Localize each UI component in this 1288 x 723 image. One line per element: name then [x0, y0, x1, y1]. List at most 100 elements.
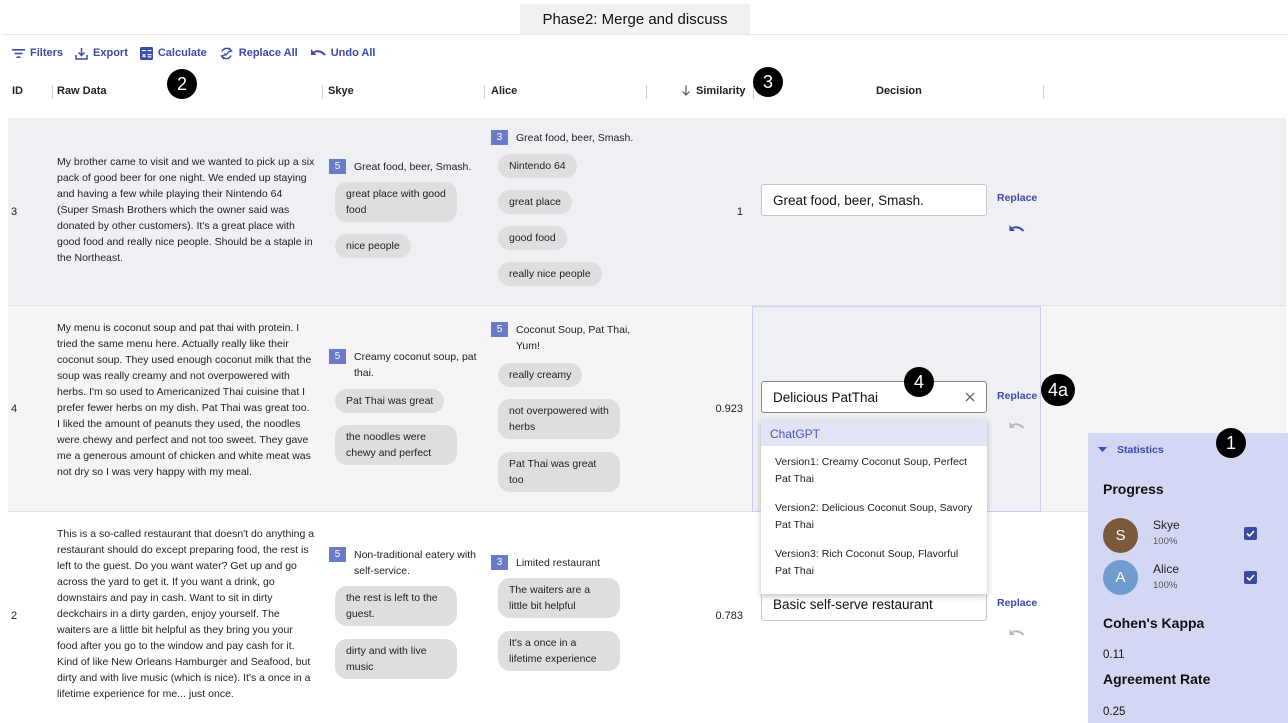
- sort-down-icon[interactable]: [681, 85, 691, 99]
- agreement-title: Agreement Rate: [1103, 671, 1211, 687]
- annotation-marker-2: 2: [167, 69, 197, 99]
- alice-chip[interactable]: It's a once in a lifetime experience: [498, 631, 620, 671]
- suggestion-option[interactable]: Version1: Creamy Coconut Soup, Perfect P…: [761, 446, 987, 488]
- clear-icon[interactable]: [965, 390, 975, 405]
- raw-data-text: My menu is coconut soup and pat thai wit…: [57, 322, 312, 478]
- similarity-value: 1: [736, 206, 743, 218]
- filters-button[interactable]: Filters: [12, 47, 63, 59]
- alice-chip[interactable]: Pat Thai was great too: [498, 452, 620, 492]
- alice-label: 3 Limited restaurant: [491, 555, 641, 571]
- kappa-title: Cohen's Kappa: [1103, 615, 1205, 631]
- skye-chip[interactable]: dirty and with live music: [335, 639, 457, 679]
- column-separator[interactable]: [484, 85, 485, 99]
- undo-icon-disabled[interactable]: [1008, 419, 1025, 437]
- raw-data-text: This is a so-called restaurant that does…: [57, 528, 315, 700]
- user-name: Alice: [1153, 562, 1180, 576]
- replace-all-label: Replace All: [238, 47, 298, 59]
- alice-label-text: Coconut Soup, Pat Thai, Yum!: [516, 324, 631, 352]
- filters-label: Filters: [30, 47, 64, 59]
- user-name: Skye: [1153, 518, 1180, 532]
- count-badge: 5: [329, 159, 346, 174]
- kappa-value: 0.11: [1103, 649, 1125, 661]
- avatar: S: [1103, 518, 1138, 553]
- progress-title: Progress: [1103, 481, 1164, 497]
- alice-label-text: Limited restaurant: [516, 557, 601, 569]
- avatar: A: [1103, 560, 1138, 595]
- alice-chip[interactable]: The waiters are a little bit helpful: [498, 578, 620, 618]
- skye-label-text: Great food, beer, Smash.: [354, 161, 472, 173]
- skye-label: 5 Non-traditional eatery with self-servi…: [329, 547, 479, 579]
- replace-button[interactable]: Replace: [997, 390, 1037, 402]
- skye-chip[interactable]: Pat Thai was great: [335, 389, 445, 413]
- skye-label: 5 Creamy coconut soup, pat thai.: [329, 349, 479, 381]
- annotation-marker-4: 4: [904, 367, 934, 397]
- alice-chip[interactable]: great place: [498, 190, 572, 214]
- alice-label: 5 Coconut Soup, Pat Thai, Yum!: [491, 322, 641, 354]
- alice-chip[interactable]: good food: [498, 226, 567, 250]
- calculate-button[interactable]: Calculate: [139, 46, 207, 60]
- column-header-skye[interactable]: Skye: [328, 85, 354, 97]
- alice-chip[interactable]: really creamy: [498, 363, 583, 387]
- undo-all-button[interactable]: Undo All: [310, 47, 376, 59]
- column-header-id[interactable]: ID: [12, 85, 23, 97]
- count-badge: 5: [329, 349, 346, 364]
- decision-input-active[interactable]: Delicious PatThai: [761, 381, 987, 413]
- skye-chip[interactable]: the rest is left to the guest.: [335, 586, 457, 626]
- skye-chip[interactable]: nice people: [335, 234, 411, 258]
- skye-chip[interactable]: great place with good food: [335, 182, 457, 222]
- calculate-label: Calculate: [157, 47, 207, 59]
- skye-label-text: Non-traditional eatery with self-service…: [354, 549, 476, 577]
- statistics-header: Statistics: [1117, 444, 1164, 456]
- skye-label: 5 Great food, beer, Smash.: [329, 159, 479, 175]
- user-progress: 100%: [1153, 580, 1178, 591]
- skye-chip[interactable]: the noodles were chewy and perfect: [335, 425, 457, 465]
- raw-data-text: My brother came to visit and we wanted t…: [57, 156, 315, 264]
- statistics-panel: Statistics Progress S Skye 100% A Alice …: [1088, 433, 1288, 723]
- alice-label-text: Great food, beer, Smash.: [516, 132, 634, 144]
- replace-button[interactable]: Replace: [997, 192, 1037, 204]
- suggestion-option[interactable]: Version3: Rich Coconut Soup, Flavorful P…: [761, 534, 987, 580]
- column-header-decision[interactable]: Decision: [876, 85, 922, 97]
- column-separator[interactable]: [322, 85, 323, 99]
- row-id: 2: [11, 610, 18, 622]
- caret-down-icon: [1098, 447, 1107, 452]
- statistics-toggle[interactable]: Statistics: [1098, 444, 1164, 456]
- replace-button[interactable]: Replace: [997, 597, 1037, 609]
- alice-chip[interactable]: not overpowered with herbs: [498, 399, 620, 439]
- annotation-marker-3: 3: [753, 67, 783, 97]
- similarity-value: 0.923: [715, 403, 743, 415]
- suggestion-option[interactable]: Version2: Delicious Coconut Soup, Savory…: [761, 488, 987, 534]
- column-separator[interactable]: [1043, 85, 1044, 99]
- checkbox-checked[interactable]: [1244, 527, 1257, 540]
- suggestion-dropdown: ChatGPT Version1: Creamy Coconut Soup, P…: [761, 420, 987, 594]
- decision-input-text: Delicious PatThai: [773, 389, 879, 405]
- export-button[interactable]: Export: [75, 47, 128, 60]
- dropdown-group-header: ChatGPT: [761, 420, 987, 446]
- check-icon: [1246, 530, 1255, 538]
- check-icon: [1246, 574, 1255, 582]
- column-header-alice[interactable]: Alice: [491, 85, 517, 97]
- agreement-value: 0.25: [1103, 706, 1126, 718]
- checkbox-checked[interactable]: [1244, 571, 1257, 584]
- phase-label: Phase2: Merge and discuss: [520, 4, 750, 34]
- row-id: 4: [11, 403, 18, 415]
- user-progress: 100%: [1153, 536, 1178, 547]
- undo-icon-disabled[interactable]: [1008, 626, 1025, 644]
- annotation-marker-1: 1: [1216, 428, 1246, 458]
- column-header-similarity[interactable]: Similarity: [696, 85, 746, 97]
- sync-icon: [220, 47, 233, 59]
- count-badge: 5: [329, 547, 346, 562]
- undo-icon: [310, 48, 326, 56]
- column-header-raw-data[interactable]: Raw Data: [57, 85, 107, 97]
- undo-icon[interactable]: [1008, 222, 1025, 240]
- column-separator[interactable]: [646, 85, 647, 99]
- decision-input[interactable]: Great food, beer, Smash.: [761, 184, 987, 216]
- replace-all-button[interactable]: Replace All: [219, 46, 298, 61]
- alice-chip[interactable]: Nintendo 64: [498, 154, 577, 178]
- count-badge: 5: [491, 322, 508, 337]
- column-separator[interactable]: [52, 85, 53, 99]
- alice-chip[interactable]: really nice people: [498, 262, 602, 286]
- skye-label-text: Creamy coconut soup, pat thai.: [354, 351, 477, 379]
- undo-all-label: Undo All: [330, 47, 376, 59]
- alice-label: 3 Great food, beer, Smash.: [491, 130, 651, 146]
